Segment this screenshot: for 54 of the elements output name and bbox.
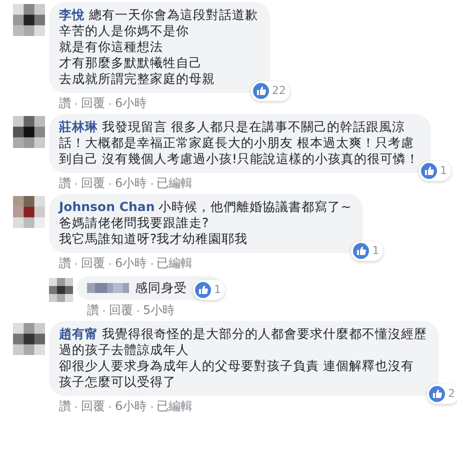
author-name[interactable]: 李悅 xyxy=(59,7,85,23)
comment-meta: 已編輯 xyxy=(156,176,193,191)
comment-line: 孩子怎麼可以受得了 xyxy=(59,374,177,390)
action-link[interactable]: 讚 xyxy=(59,256,71,271)
like-count: 1 xyxy=(214,282,221,298)
comment-line: 卻很少人要求身為成年人的父母要對孩子負責 連個解釋也沒有 xyxy=(59,358,415,374)
like-count: 2 xyxy=(448,386,455,402)
like-icon xyxy=(420,163,437,179)
comment-line: 過的孩子去體諒成年人 xyxy=(59,342,190,358)
comment-line: 才有那麼多默默犧牲自己 xyxy=(59,55,203,71)
comment-line: 辛苦的人是你媽不是你 xyxy=(59,23,190,39)
like-count: 1 xyxy=(372,243,380,259)
like-count: 1 xyxy=(440,163,447,179)
like-count: 22 xyxy=(272,83,286,99)
reaction-badge[interactable]: 1 xyxy=(418,161,451,181)
action-link[interactable]: 讚 xyxy=(87,303,99,318)
action-link[interactable]: 回覆 xyxy=(81,256,105,271)
like-icon xyxy=(195,282,211,298)
author-name[interactable]: 趙有甯 xyxy=(59,326,98,342)
action-link[interactable]: 回覆 xyxy=(81,176,105,191)
comment-meta: 6小時 xyxy=(115,399,147,414)
comment-line: 我它馬誰知道呀?我才幼稚園耶我 xyxy=(59,231,249,247)
action-link[interactable]: 回覆 xyxy=(109,303,133,318)
reaction-badge[interactable]: 1 xyxy=(351,241,384,261)
comment-meta: 6小時 xyxy=(115,256,147,271)
reaction-badge[interactable]: 22 xyxy=(251,81,290,101)
action-link[interactable]: 回覆 xyxy=(81,399,105,414)
comment-meta: 6小時 xyxy=(115,176,147,191)
comment-line: 我發現留言 很多人都只是在講事不關己的幹話跟風涼 xyxy=(102,119,405,135)
action-link[interactable]: 回覆 xyxy=(81,96,105,111)
comment-line: 總有一天你會為這段對話道歉 xyxy=(89,7,258,23)
comment-line: 去成就所謂完整家庭的母親 xyxy=(59,71,216,87)
action-link[interactable]: 讚 xyxy=(59,176,71,191)
comment-meta: 5小時 xyxy=(143,303,175,318)
blurred-name xyxy=(87,283,129,293)
comment-line: 就是有你這種想法 xyxy=(59,39,164,55)
action-link[interactable]: 讚 xyxy=(59,399,71,414)
comment-line: 話！大概都是幸福正常家庭長大的小朋友 根本過太爽！只考慮 xyxy=(59,135,415,151)
comment-line: 小時候，他們離婚協議書都寫了~ xyxy=(158,199,352,215)
comment-meta: 已編輯 xyxy=(156,256,193,271)
comment-meta: 已編輯 xyxy=(156,399,193,414)
comment-meta: 6小時 xyxy=(115,96,147,111)
reply-text: 感同身受 xyxy=(135,280,187,296)
like-icon xyxy=(353,243,370,259)
comment-line: 我覺得很奇怪的是大部分的人都會要求什麼都不懂沒經歷 xyxy=(102,326,427,342)
comment-line: 爸媽請佬佬問我要跟誰走? xyxy=(59,215,210,231)
reaction-badge[interactable]: 2 xyxy=(427,384,457,404)
like-icon xyxy=(253,83,269,99)
comment-line: 到自己 沒有幾個人考慮過小孩!只能說這樣的小孩真的很可憐！ xyxy=(59,151,419,167)
author-name[interactable]: Johnson Chan xyxy=(59,199,155,215)
author-name[interactable]: 莊林琳 xyxy=(59,119,98,135)
reaction-badge[interactable]: 1 xyxy=(193,280,225,300)
action-link[interactable]: 讚 xyxy=(59,96,71,111)
like-icon xyxy=(429,386,445,402)
